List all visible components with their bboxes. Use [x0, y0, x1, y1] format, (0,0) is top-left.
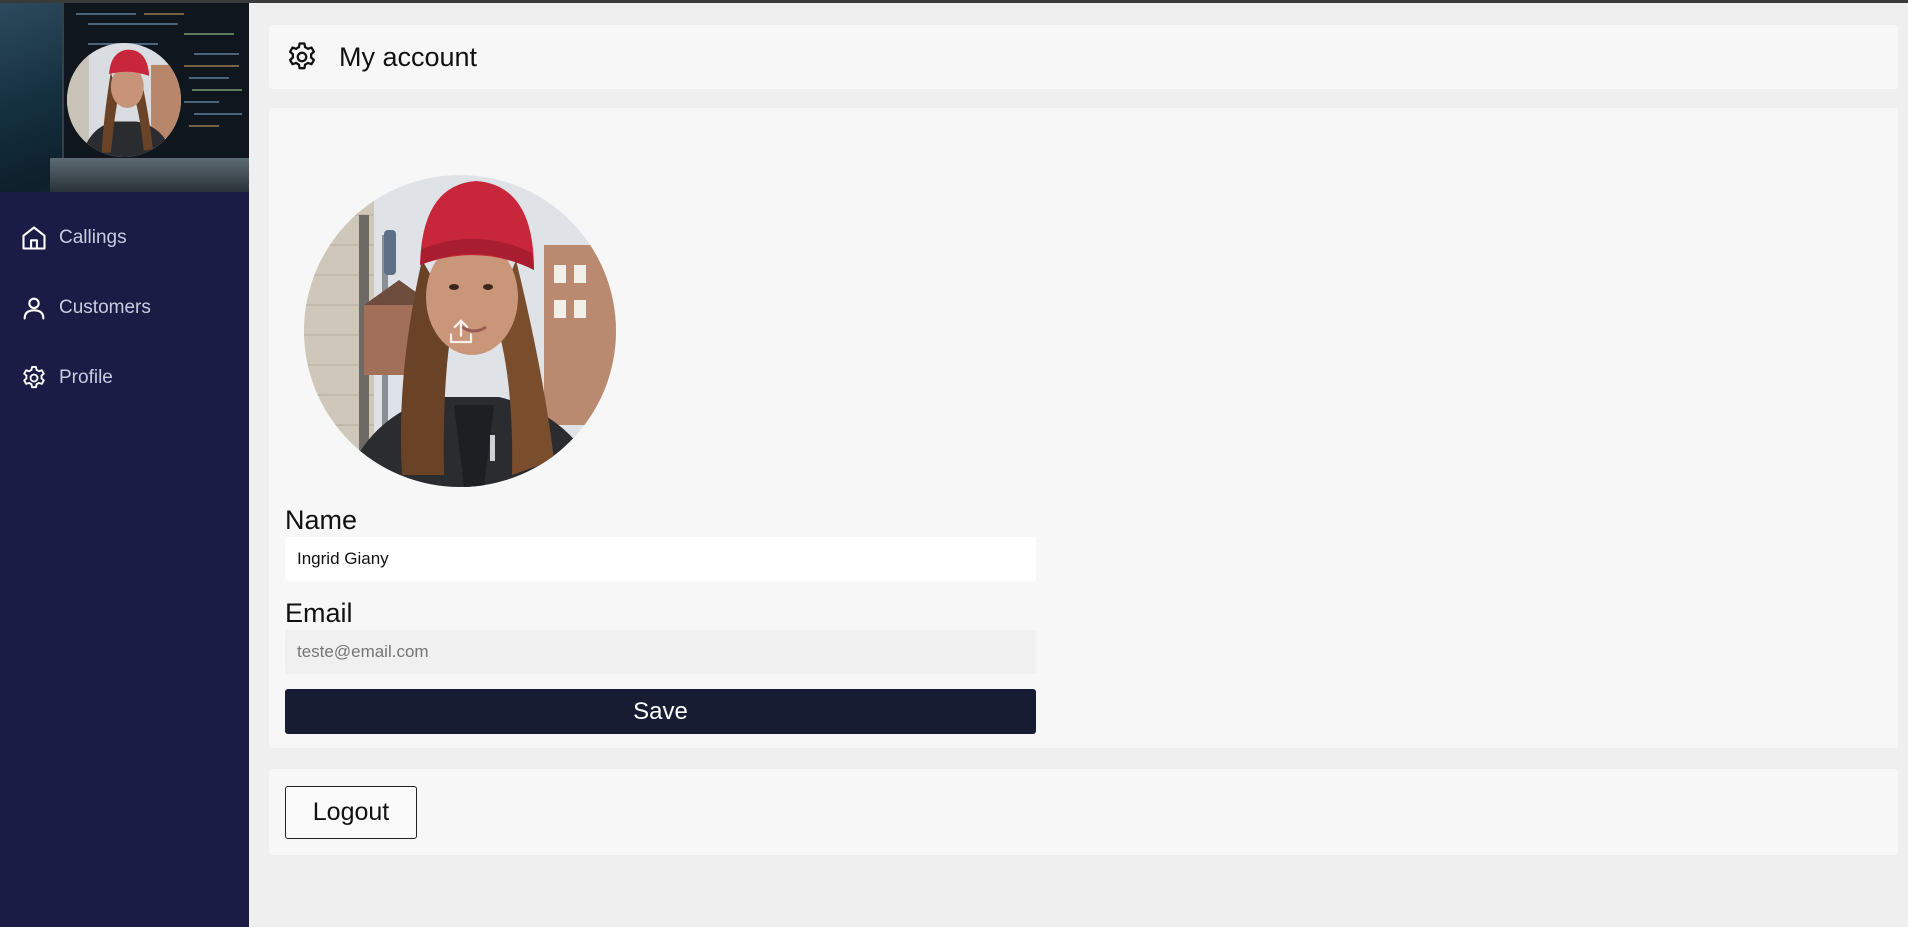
name-input[interactable] — [285, 537, 1036, 581]
page-header: My account — [269, 25, 1898, 89]
gear-icon — [23, 365, 45, 389]
profile-form-card: Name Email Save — [269, 108, 1898, 748]
laptop-base — [50, 158, 249, 192]
home-icon — [22, 226, 46, 250]
upload-icon[interactable] — [446, 317, 476, 347]
sidebar: Callings Customers Profile — [0, 3, 249, 927]
sidebar-nav: Callings Customers Profile — [0, 203, 249, 413]
avatar-upload[interactable] — [304, 175, 616, 487]
name-label: Name — [285, 505, 358, 535]
sidebar-item-customers[interactable]: Customers — [0, 273, 249, 343]
gear-icon — [288, 42, 316, 70]
sidebar-banner-image — [0, 3, 249, 192]
sidebar-avatar — [67, 43, 181, 157]
email-label: Email — [285, 598, 353, 628]
logout-card: Logout — [269, 769, 1898, 855]
page-title: My account — [339, 41, 478, 72]
window-top-border — [0, 0, 1908, 3]
email-input[interactable] — [285, 630, 1036, 674]
user-icon — [23, 297, 45, 320]
logout-button[interactable]: Logout — [285, 786, 417, 839]
sidebar-item-label: Profile — [59, 367, 113, 388]
sidebar-item-label: Callings — [59, 227, 127, 248]
sidebar-item-label: Customers — [59, 297, 151, 318]
save-button[interactable]: Save — [285, 689, 1036, 734]
sidebar-item-callings[interactable]: Callings — [0, 203, 249, 273]
sidebar-item-profile[interactable]: Profile — [0, 343, 249, 413]
